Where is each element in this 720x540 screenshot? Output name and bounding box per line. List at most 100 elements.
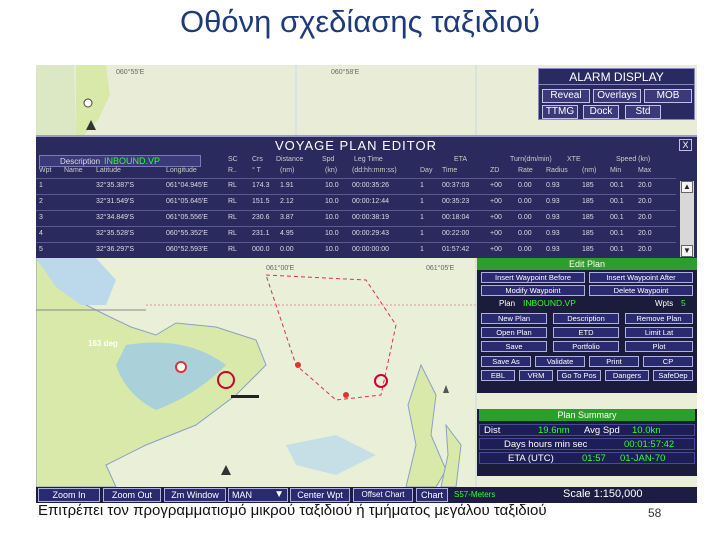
table-cell: 10.0 — [325, 214, 339, 221]
table-row[interactable]: 5 32°36.297'S 060°52.593'E RL 000.0 0.00 10.0 0… — [36, 242, 676, 257]
table-cell: 0.93 — [546, 214, 560, 221]
remove-plan-button[interactable]: Remove Plan — [625, 313, 693, 324]
reveal-button[interactable]: Reveal — [542, 89, 590, 103]
column-header: ETA — [454, 156, 468, 163]
table-cell: 0.93 — [546, 230, 560, 237]
plan-summary: Plan Summary Dist 19.6nm Avg Spd 10.0kn … — [477, 409, 697, 476]
plan-label: Plan — [499, 299, 516, 308]
alarm-title: ALARM DISPLAY — [539, 69, 694, 85]
column-header: ZD — [490, 167, 500, 174]
mode-select[interactable]: MAN ▼ — [228, 488, 288, 502]
vrm-button[interactable]: VRM — [519, 370, 553, 381]
go-to-pos-button[interactable]: Go To Pos — [557, 370, 601, 381]
table-cell: 20.0 — [638, 182, 652, 189]
table-cell: 2 — [39, 198, 43, 205]
close-button[interactable]: X — [679, 139, 692, 151]
column-header: Day — [420, 167, 433, 174]
column-header: (kn) — [325, 167, 338, 174]
table-cell: +00 — [490, 182, 502, 189]
zoom-in-button[interactable]: Zoom In — [38, 488, 100, 502]
dangers-button[interactable]: Dangers — [605, 370, 649, 381]
modify-waypoint-button[interactable]: Modify Waypoint — [481, 285, 585, 296]
print-button[interactable]: Print — [589, 356, 639, 367]
column-header: Longitude — [166, 167, 197, 174]
table-cell: 0.00 — [518, 182, 532, 189]
etd-button[interactable]: ETD — [553, 327, 619, 338]
offset-chart-button[interactable]: Offset Chart — [353, 488, 413, 502]
table-cell: 0.00 — [518, 198, 532, 205]
alarm-display: ALARM DISPLAY Reveal Overlays MOB TTMG D… — [538, 68, 695, 120]
mob-button[interactable]: MOB — [644, 89, 692, 103]
safedep-button[interactable]: SafeDep — [653, 370, 693, 381]
table-cell: 00:00:38:19 — [352, 214, 389, 221]
wpts-value: 5 — [681, 298, 686, 308]
zm-window-button[interactable]: Zm Window — [164, 488, 226, 502]
table-cell: 4.95 — [280, 230, 294, 237]
zoom-out-button[interactable]: Zoom Out — [103, 488, 161, 502]
save-as-button[interactable]: Save As — [481, 356, 531, 367]
table-cell: 20.0 — [638, 214, 652, 221]
plan-summary-title: Plan Summary — [479, 409, 695, 421]
description-field[interactable]: Description INBOUND.VP — [39, 155, 201, 167]
overlays-button[interactable]: Overlays — [593, 89, 641, 103]
table-cell: 0.00 — [518, 230, 532, 237]
page-number: 58 — [648, 506, 662, 520]
table-cell: 060°52.593'E — [166, 246, 208, 253]
save-button[interactable]: Save — [481, 341, 547, 352]
center-wpt-button[interactable]: Center Wpt — [290, 488, 350, 502]
validate-button[interactable]: Validate — [535, 356, 585, 367]
table-row[interactable]: 4 32°35.528'S 060°55.352'E RL 231.1 4.95 10.0 0… — [36, 226, 676, 241]
table-cell: RL — [228, 214, 237, 221]
column-header: Speed (kn) — [616, 156, 651, 163]
table-row[interactable]: 2 32°31.549'S 061°05.645'E RL 151.5 2.12 10.0 0… — [36, 194, 676, 209]
column-header: R.. — [228, 167, 237, 174]
insert-before-button[interactable]: Insert Waypoint Before — [481, 272, 585, 283]
column-header: Max — [638, 167, 652, 174]
avg-spd-label: Avg Spd — [584, 425, 620, 436]
ttmg-button[interactable]: TTMG — [542, 105, 578, 119]
column-header: Leg Time — [354, 156, 383, 163]
plot-button[interactable]: Plot — [625, 341, 693, 352]
chart-button[interactable]: Chart — [416, 488, 448, 502]
table-cell: 151.5 — [252, 198, 270, 205]
limit-lat-button[interactable]: Limit Lat — [625, 327, 693, 338]
std-button[interactable]: Std — [625, 105, 661, 119]
table-cell: 32°31.549'S — [96, 198, 135, 205]
table-cell: 061°04.945'E — [166, 182, 208, 189]
description-value: INBOUND.VP — [104, 156, 161, 166]
table-cell: 0.93 — [546, 182, 560, 189]
plan-value: INBOUND.VP — [523, 298, 576, 308]
table-cell: 1 — [420, 230, 424, 237]
eta-row: ETA (UTC) 01:57 01-JAN-70 — [479, 452, 695, 464]
table-cell: 00.1 — [610, 230, 624, 237]
open-plan-button[interactable]: Open Plan — [481, 327, 547, 338]
table-cell: 01:57:42 — [442, 246, 470, 253]
portfolio-button[interactable]: Portfolio — [553, 341, 619, 352]
cp-button[interactable]: CP — [643, 356, 693, 367]
table-cell: 3.87 — [280, 214, 294, 221]
insert-after-button[interactable]: Insert Waypoint After — [589, 272, 693, 283]
table-row[interactable]: 3 32°34.849'S 061°05.556'E RL 230.6 3.87 10.0 0… — [36, 210, 676, 225]
ebl-button[interactable]: EBL — [481, 370, 515, 381]
table-cell: RL — [228, 246, 237, 253]
table-cell: 10.0 — [325, 198, 339, 205]
svg-text:060°55'E: 060°55'E — [116, 68, 145, 76]
edit-plan-panel: Edit Plan Insert Waypoint Before Insert … — [477, 258, 697, 393]
table-cell: 0.93 — [546, 198, 560, 205]
scroll-down-icon[interactable]: ▼ — [681, 245, 693, 257]
table-cell: 1 — [420, 214, 424, 221]
table-cell: 00:00:00:00 — [352, 246, 389, 253]
dock-button[interactable]: Dock — [583, 105, 619, 119]
table-cell: 060°55.352'E — [166, 230, 208, 237]
table-scrollbar[interactable]: ▲ ▼ — [680, 181, 694, 257]
table-cell: 20.0 — [638, 246, 652, 253]
scroll-up-icon[interactable]: ▲ — [681, 181, 693, 193]
table-cell: 0.00 — [518, 246, 532, 253]
description-button[interactable]: Description — [553, 313, 619, 324]
table-cell: RL — [228, 198, 237, 205]
delete-waypoint-button[interactable]: Delete Waypoint — [589, 285, 693, 296]
table-row[interactable]: 1 32°35.387'S 061°04.945'E RL 174.3 1.91 10.0 0… — [36, 178, 676, 193]
new-plan-button[interactable]: New Plan — [481, 313, 547, 324]
table-cell: 061°05.556'E — [166, 214, 208, 221]
table-cell: 00:00:12:44 — [352, 198, 389, 205]
